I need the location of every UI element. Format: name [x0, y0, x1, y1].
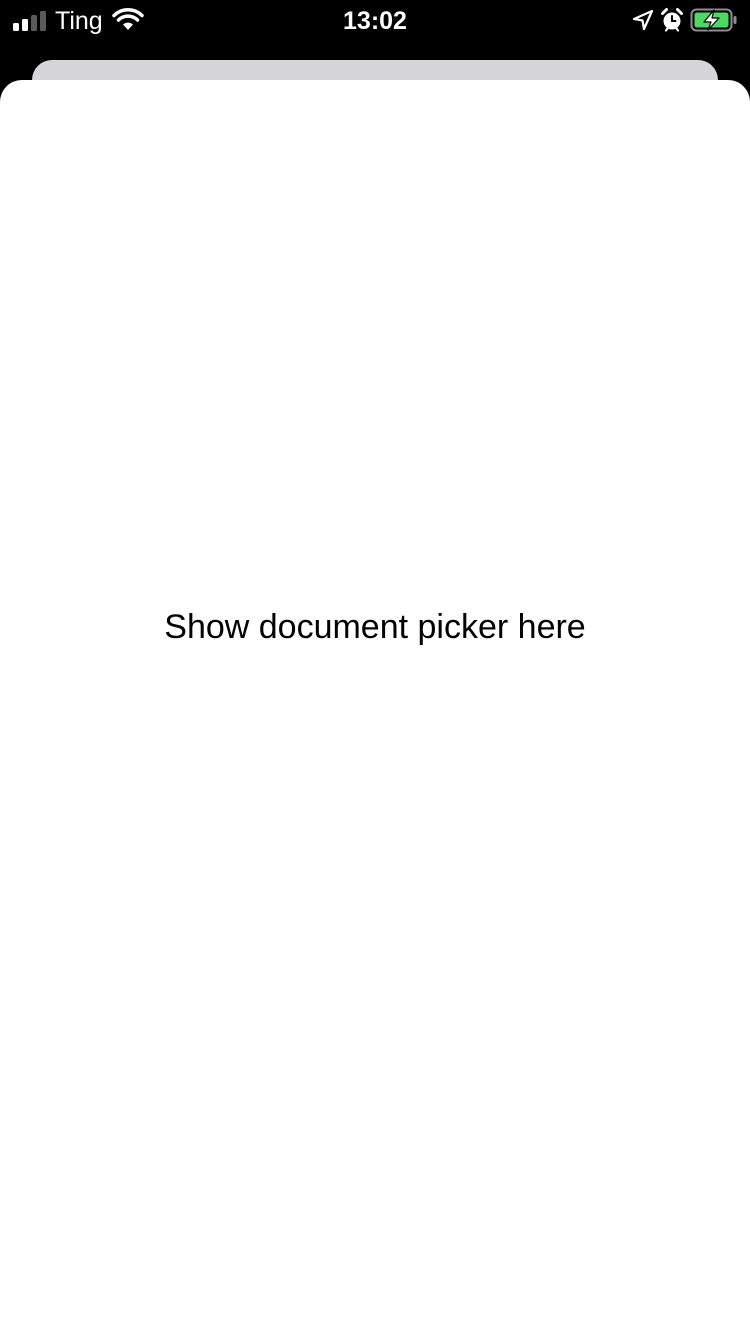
battery-charging-icon — [690, 8, 737, 32]
modal-sheet — [0, 80, 750, 1334]
alarm-clock-icon — [661, 8, 683, 32]
status-bar: Ting 13:02 — [0, 0, 750, 40]
document-picker-placeholder-label: Show document picker here — [164, 608, 586, 646]
location-arrow-icon — [632, 9, 654, 31]
